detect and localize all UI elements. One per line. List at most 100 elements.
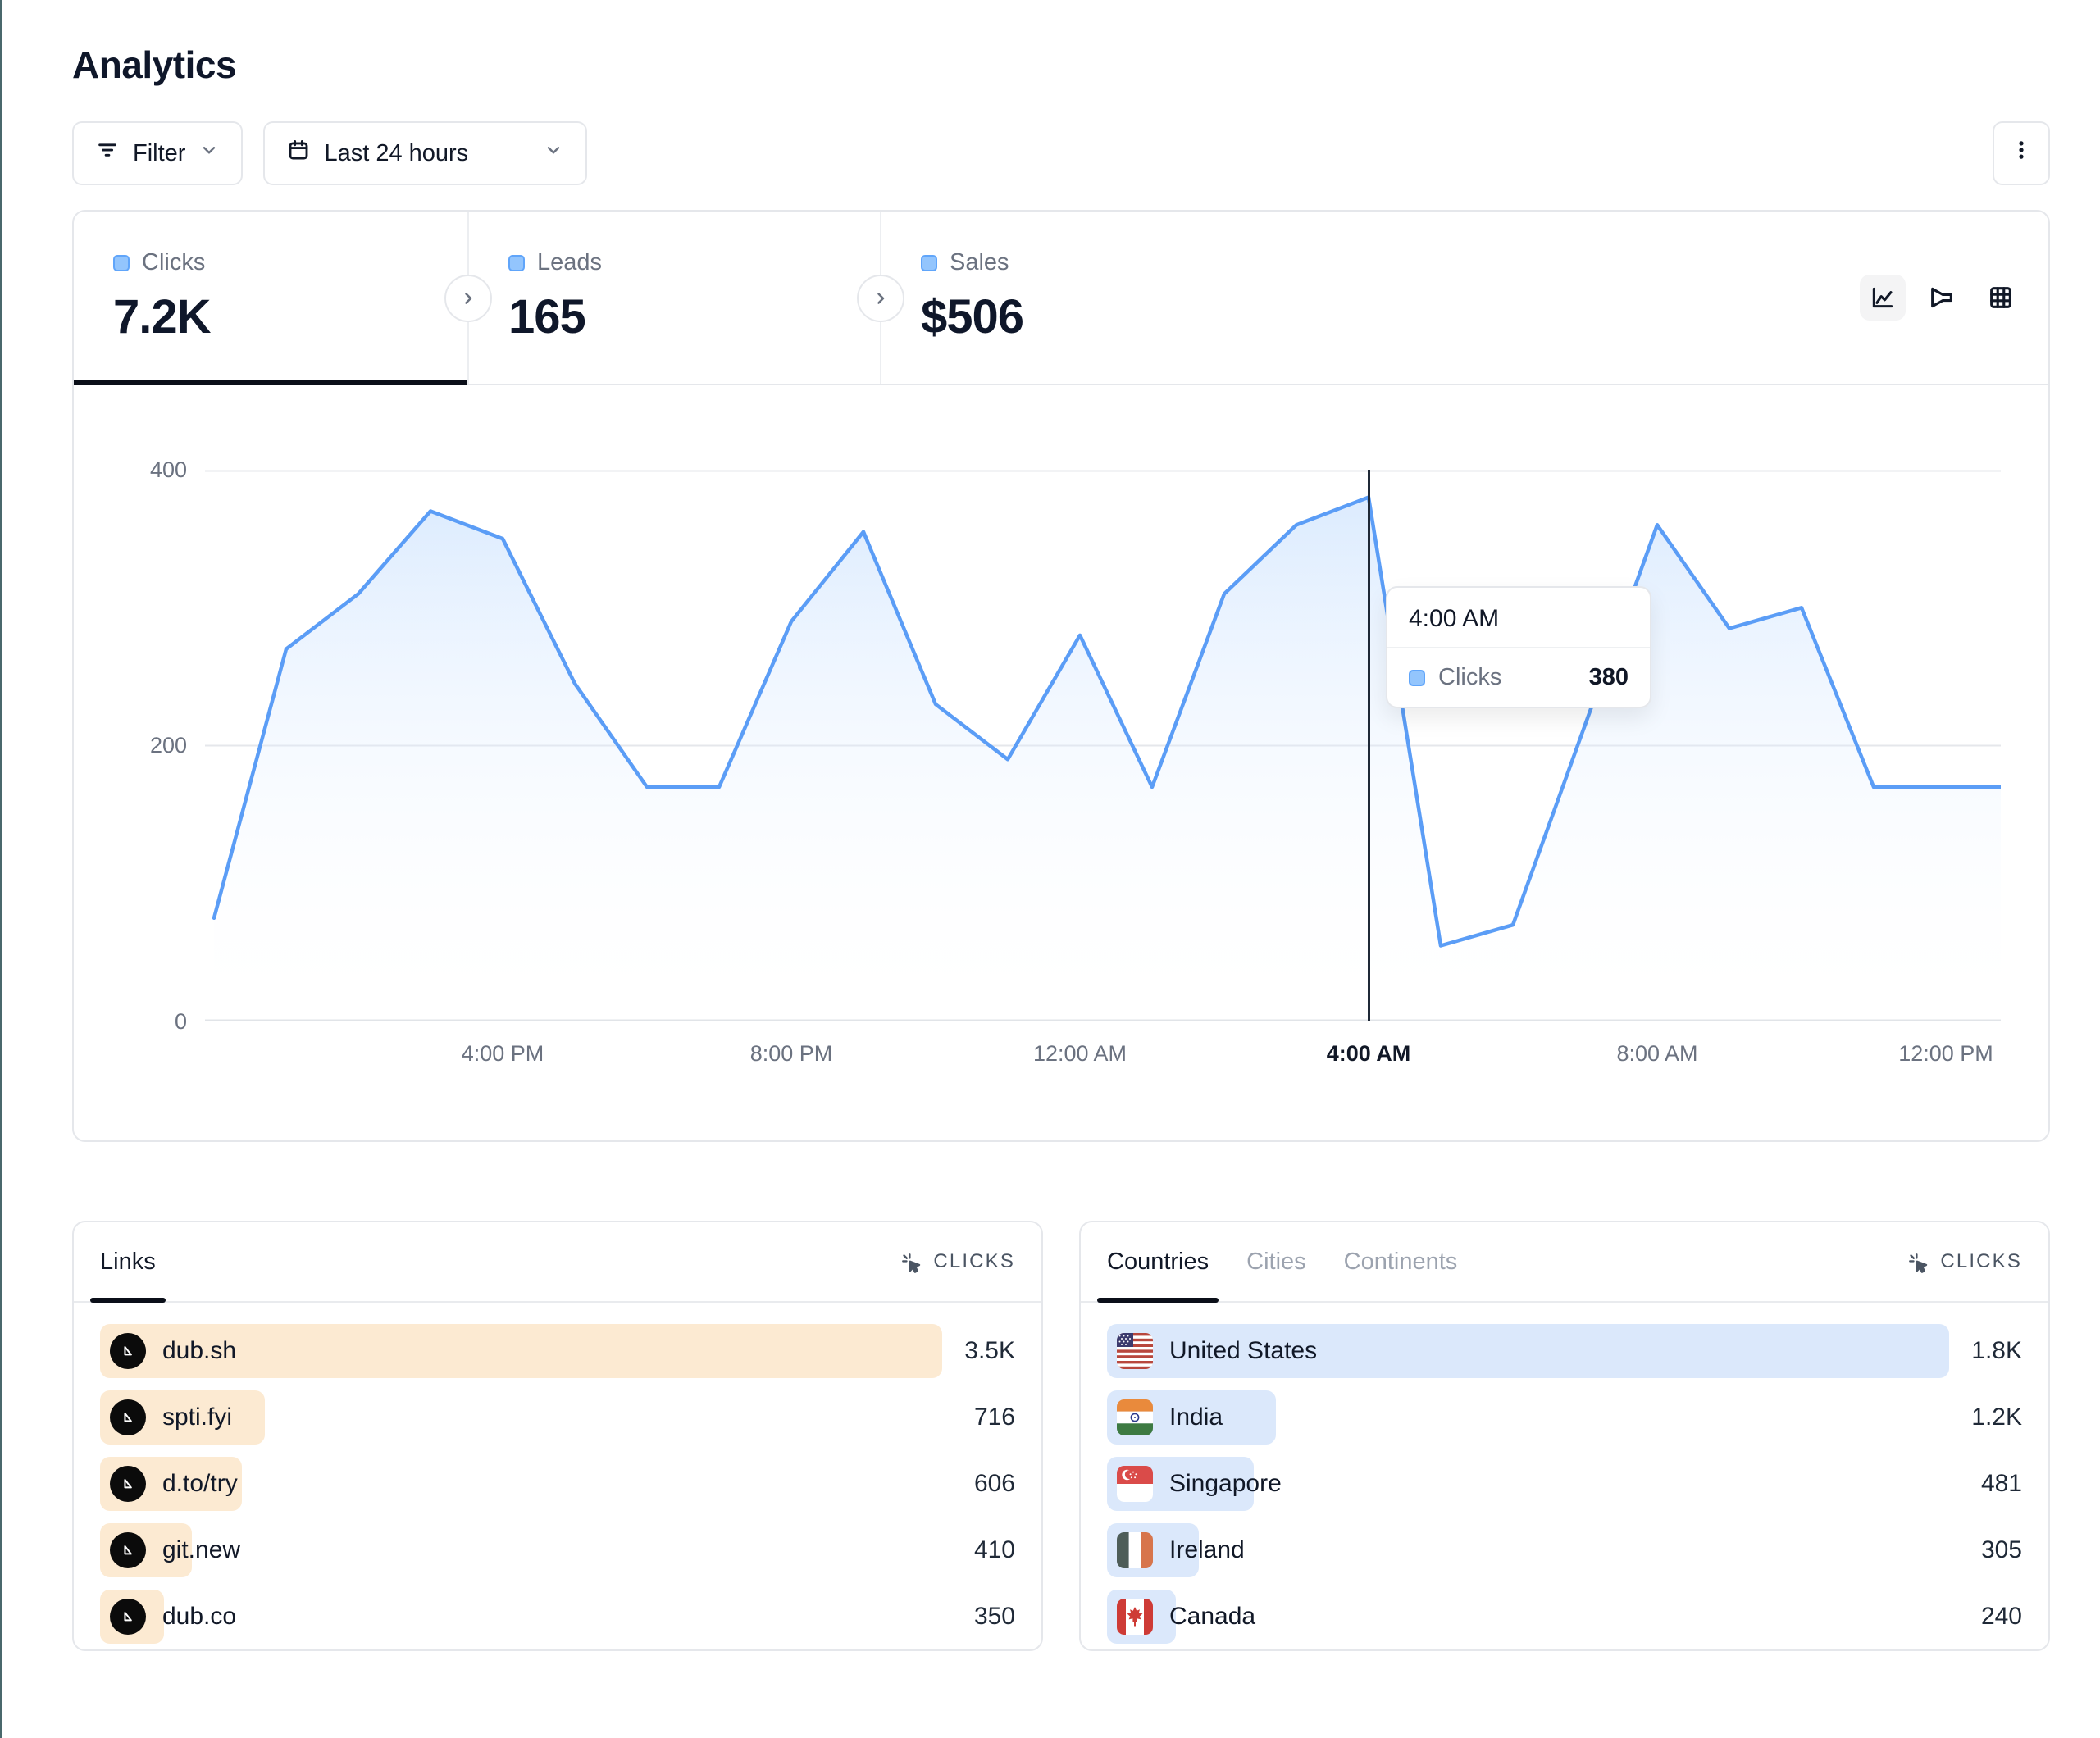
y-axis-tick-0: 0 [74,1008,187,1035]
table-view-button[interactable] [1978,275,2024,321]
countries-panel-header: Countries Cities Continents CLICKS [1081,1222,2048,1303]
more-options-button[interactable] [1993,121,2050,185]
clicks-time-series-chart[interactable]: 400 200 0 4:00 AM [74,385,2048,1142]
link-label: git.new [162,1536,240,1564]
link-row[interactable]: dub.co 350 [100,1590,1015,1644]
country-row[interactable]: Canada 240 [1107,1590,2022,1644]
country-clicks-value: 481 [1981,1470,2022,1498]
canada-flag-icon [1117,1599,1153,1635]
country-clicks-value: 1.2K [1971,1404,2022,1431]
link-label: d.to/try [162,1470,238,1498]
dub-logo-icon [110,1532,146,1568]
table-grid-icon [1987,284,2015,312]
tab-links[interactable]: Links [100,1222,156,1301]
area-chart-plot [205,470,2001,1021]
sales-label: Sales [950,249,1009,276]
analytics-card: Clicks 7.2K Leads 165 [72,210,2050,1142]
leaderboards: Links CLICKS dub.sh 3.5K [72,1221,2050,1651]
line-chart-view-button[interactable] [1860,275,1906,321]
dub-logo-icon [110,1399,146,1435]
link-label: dub.sh [162,1337,236,1365]
country-label: United States [1169,1337,1317,1365]
links-panel: Links CLICKS dub.sh 3.5K [72,1221,1043,1651]
date-range-button[interactable]: Last 24 hours [263,121,587,185]
chevron-down-icon [198,139,220,167]
sales-series-swatch [921,255,937,271]
tab-cities[interactable]: Cities [1246,1222,1306,1301]
chevron-down-icon [543,139,564,167]
countries-sort-by-clicks[interactable]: CLICKS [1905,1249,2022,1274]
countries-sort-label: CLICKS [1940,1250,2022,1273]
link-clicks-value: 350 [974,1603,1015,1631]
tab-countries[interactable]: Countries [1107,1222,1209,1301]
cursor-click-icon [898,1249,922,1274]
kebab-menu-icon [2009,138,2034,169]
tab-countries-label: Countries [1107,1249,1209,1276]
chart-tooltip: 4:00 AM Clicks 380 [1386,586,1651,708]
x-axis-tick: 12:00 PM [1898,1041,1993,1067]
clicks-value: 7.2K [113,289,467,344]
country-row[interactable]: Ireland 305 [1107,1523,2022,1577]
country-label: Ireland [1169,1536,1245,1564]
country-label: India [1169,1404,1223,1431]
link-row[interactable]: dub.sh 3.5K [100,1324,1015,1378]
country-row[interactable]: Singapore 481 [1107,1457,2022,1511]
links-panel-header: Links CLICKS [74,1222,1041,1303]
leads-value: 165 [508,289,880,344]
tooltip-value: 380 [1589,664,1629,691]
y-axis-tick-400: 400 [74,457,187,483]
x-axis-tick: 8:00 PM [750,1041,833,1067]
link-row[interactable]: git.new 410 [100,1523,1015,1577]
tab-leads[interactable]: Leads 165 [469,212,880,384]
x-axis-tick: 4:00 PM [462,1041,544,1067]
country-clicks-value: 1.8K [1971,1337,2022,1365]
stat-tabs: Clicks 7.2K Leads 165 [74,212,2048,385]
links-sort-label: CLICKS [933,1250,1015,1273]
country-label: Singapore [1169,1470,1282,1498]
x-axis-tick: 4:00 AM [1327,1041,1411,1067]
country-row[interactable]: United States 1.8K [1107,1324,2022,1378]
analytics-page: Analytics Filter Last 24 hours [0,0,2100,1738]
funnel-view-button[interactable] [1919,275,1965,321]
page-title: Analytics [72,43,2050,87]
links-sort-by-clicks[interactable]: CLICKS [898,1249,1015,1274]
countries-panel: Countries Cities Continents CLICKS [1079,1221,2050,1651]
us-flag-icon [1117,1333,1153,1369]
link-clicks-value: 716 [974,1404,1015,1431]
ireland-flag-icon [1117,1532,1153,1568]
date-range-label: Last 24 hours [324,140,468,167]
tooltip-series-swatch [1409,670,1425,686]
tab-clicks[interactable]: Clicks 7.2K [74,212,467,384]
tooltip-time: 4:00 AM [1387,588,1650,648]
filter-button[interactable]: Filter [72,121,243,185]
country-label: Canada [1169,1603,1255,1631]
country-clicks-value: 305 [1981,1536,2022,1564]
x-axis-tick: 8:00 AM [1616,1041,1697,1067]
chart-area-fill [214,498,2001,1021]
leads-label: Leads [537,249,602,276]
cursor-click-icon [1905,1249,1929,1274]
singapore-flag-icon [1117,1466,1153,1502]
funnel-icon [1928,284,1956,312]
link-clicks-value: 606 [974,1470,1015,1498]
link-row[interactable]: d.to/try 606 [100,1457,1015,1511]
tooltip-series-label: Clicks [1438,664,1501,691]
country-row[interactable]: India 1.2K [1107,1390,2022,1445]
chart-view-switcher [1860,212,2048,384]
sales-value: $506 [921,289,1308,344]
toolbar: Filter Last 24 hours [72,121,2050,185]
tab-sales[interactable]: Sales $506 [881,212,1308,384]
tab-continents[interactable]: Continents [1344,1222,1458,1301]
x-axis-tick: 12:00 AM [1033,1041,1127,1067]
filter-button-label: Filter [133,140,185,167]
link-row[interactable]: spti.fyi 716 [100,1390,1015,1445]
india-flag-icon [1117,1399,1153,1435]
countries-rows: United States 1.8K India 1.2K [1081,1303,2048,1677]
chart-crosshair [1368,470,1370,1021]
tab-cities-label: Cities [1246,1249,1306,1276]
leads-series-swatch [508,255,525,271]
line-chart-icon [1869,284,1897,312]
link-clicks-value: 3.5K [964,1337,1015,1365]
link-label: dub.co [162,1603,236,1631]
dub-logo-icon [110,1333,146,1369]
